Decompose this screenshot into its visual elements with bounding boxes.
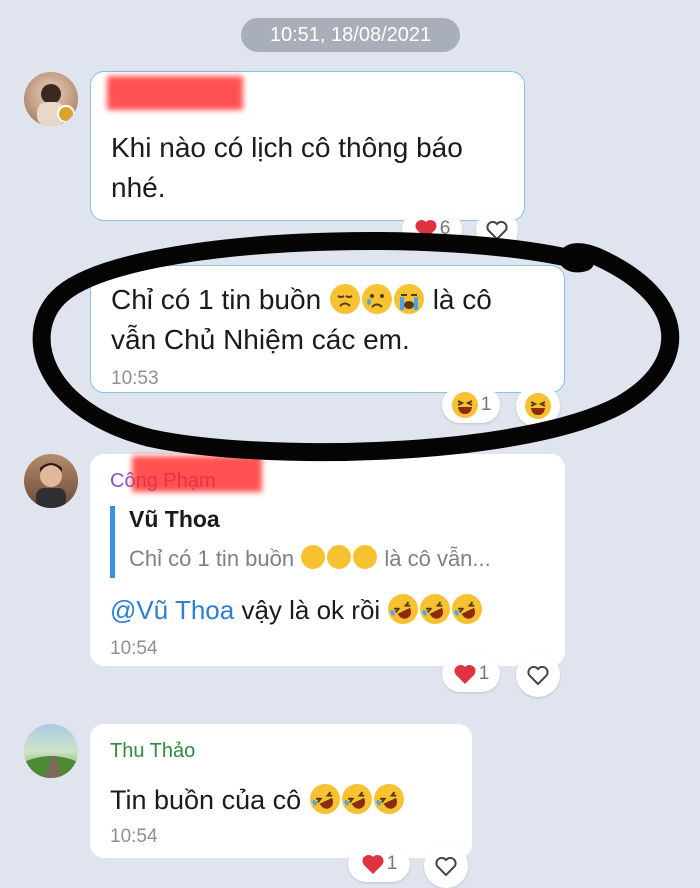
avatar[interactable] <box>24 454 78 508</box>
message-text: Khi nào có lịch cô thông báo <box>111 132 463 163</box>
message-time: 10:54 <box>110 638 158 659</box>
avatar-photo-icon <box>37 84 75 126</box>
message-text: vẫn Chủ Nhiệm các em. <box>111 324 410 355</box>
heart-icon <box>362 854 384 874</box>
message-time: 10:53 <box>111 368 159 389</box>
reply-quote[interactable]: Vũ Thoa Chỉ có 1 tin buồn là cô vẫn... <box>110 506 530 578</box>
reaction-count[interactable]: 6 <box>402 211 462 247</box>
sad-emoji-icon <box>301 545 326 569</box>
message-bubble[interactable]: Thu Thảo Tin buồn của cô 10:54 <box>90 724 472 858</box>
heart-outline-icon <box>486 220 508 241</box>
message-bubble[interactable]: Chỉ có 1 tin buồn là cô vẫn Chủ Nhiệm cá… <box>90 265 565 393</box>
avatar[interactable] <box>24 724 78 778</box>
message-bubble[interactable]: Công Phạm Vũ Thoa Chỉ có 1 tin buồn là c… <box>90 454 565 666</box>
message-text: nhé. <box>111 172 166 203</box>
heart-outline-icon <box>435 856 457 877</box>
avatar-photo-icon <box>36 463 66 508</box>
heart-icon <box>415 219 437 239</box>
react-button[interactable] <box>516 385 560 427</box>
redaction-mark <box>132 456 262 492</box>
laugh-emoji-icon <box>525 393 551 419</box>
laugh-emoji-icon <box>451 392 478 418</box>
redaction-mark <box>107 76 243 110</box>
avatar-photo-icon <box>24 756 78 778</box>
message-text: @Vũ Thoa vậy là ok rồi <box>110 590 483 630</box>
loudly-crying-emoji-icon <box>353 545 378 569</box>
loudly-crying-emoji-icon <box>393 284 424 314</box>
message-text: Tin buồn của cô <box>110 780 405 820</box>
sad-emoji-icon <box>329 284 360 314</box>
reaction-count[interactable]: 1 <box>442 387 500 423</box>
react-button[interactable] <box>516 653 560 697</box>
crying-emoji-icon <box>361 284 392 314</box>
heart-icon <box>454 664 476 684</box>
quoted-text: Chỉ có 1 tin buồn là cô vẫn... <box>129 545 491 571</box>
rofl-emoji-icon <box>452 594 483 624</box>
message-bubble[interactable]: Khi nào có lịch cô thông báo nhé. <box>90 71 525 221</box>
rofl-emoji-icon <box>341 784 372 814</box>
avatar[interactable] <box>24 72 78 126</box>
rofl-emoji-icon <box>420 594 451 624</box>
rofl-emoji-icon <box>309 784 340 814</box>
rofl-emoji-icon <box>373 784 404 814</box>
reaction-count[interactable]: 1 <box>348 846 410 882</box>
quoted-sender: Vũ Thoa <box>129 506 220 532</box>
rofl-emoji-icon <box>388 594 419 624</box>
date-separator: 10:51, 18/08/2021 <box>241 18 460 52</box>
reaction-count[interactable]: 1 <box>442 656 500 692</box>
react-button[interactable] <box>424 844 468 888</box>
react-button[interactable] <box>476 209 518 251</box>
message-time: 10:54 <box>110 826 158 847</box>
crying-emoji-icon <box>327 545 352 569</box>
sender-name: Thu Thảo <box>110 740 196 762</box>
heart-outline-icon <box>527 665 549 686</box>
message-text: Chỉ có 1 tin buồn là cô <box>111 284 492 315</box>
mention-link[interactable]: @Vũ Thoa <box>110 595 234 625</box>
